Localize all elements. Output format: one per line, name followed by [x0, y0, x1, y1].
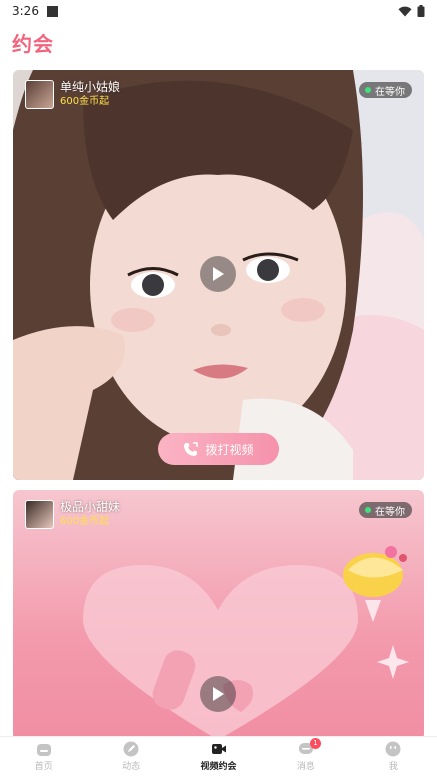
- home-icon: [36, 744, 51, 756]
- pencil-icon: [123, 741, 139, 757]
- card-header: 单纯小姑娘 600金币起: [25, 80, 120, 109]
- play-button[interactable]: [200, 256, 236, 292]
- status-text: 在等你: [375, 86, 405, 98]
- user-name: 极品小甜妹: [60, 500, 121, 514]
- price-label: 600金币起: [60, 516, 110, 527]
- tab-video-date[interactable]: 视频约会: [175, 737, 262, 776]
- avatar[interactable]: [25, 80, 54, 109]
- tab-label: 我: [388, 762, 398, 772]
- wifi-icon: [398, 6, 412, 16]
- status-time: 3:26: [12, 4, 39, 18]
- video-camera-icon: [211, 744, 226, 754]
- card-header: 极品小甜妹 600金币起: [25, 500, 120, 529]
- status-text: 在等你: [375, 506, 405, 518]
- page-title: 约会: [12, 32, 54, 56]
- tab-label: 消息: [296, 762, 315, 772]
- play-icon: [213, 267, 224, 281]
- unread-badge: 1: [309, 738, 321, 749]
- video-call-label: 拨打视频: [205, 442, 254, 457]
- online-dot-icon: [365, 87, 371, 93]
- tab-label: 首页: [34, 762, 53, 772]
- avatar[interactable]: [25, 500, 54, 529]
- notification-icon: [46, 5, 58, 17]
- date-card[interactable]: 极品小甜妹 600金币起 在等你: [13, 490, 424, 740]
- tab-home[interactable]: 首页: [0, 737, 87, 776]
- smile-icon: [385, 741, 401, 757]
- tab-feed[interactable]: 动态: [87, 737, 174, 776]
- tab-label: 视频约会: [200, 762, 237, 772]
- video-call-button[interactable]: 拨打视频: [158, 433, 279, 465]
- play-icon: [213, 687, 224, 701]
- bottom-tab-bar: 首页 动态 视频约会 1 消息 我: [0, 736, 437, 776]
- tab-label: 动态: [122, 762, 141, 772]
- battery-icon: [417, 5, 425, 17]
- user-name: 单纯小姑娘: [60, 80, 121, 94]
- play-button[interactable]: [200, 676, 236, 712]
- phone-icon: [184, 441, 199, 456]
- status-badge: 在等你: [359, 502, 412, 518]
- tab-me[interactable]: 我: [350, 737, 437, 776]
- date-card[interactable]: 单纯小姑娘 600金币起 在等你 拨打视频: [13, 70, 424, 480]
- status-bar: 3:26: [0, 0, 437, 22]
- status-badge: 在等你: [359, 82, 412, 98]
- tab-messages[interactable]: 1 消息: [262, 737, 349, 776]
- online-dot-icon: [365, 507, 371, 513]
- price-label: 600金币起: [60, 96, 110, 107]
